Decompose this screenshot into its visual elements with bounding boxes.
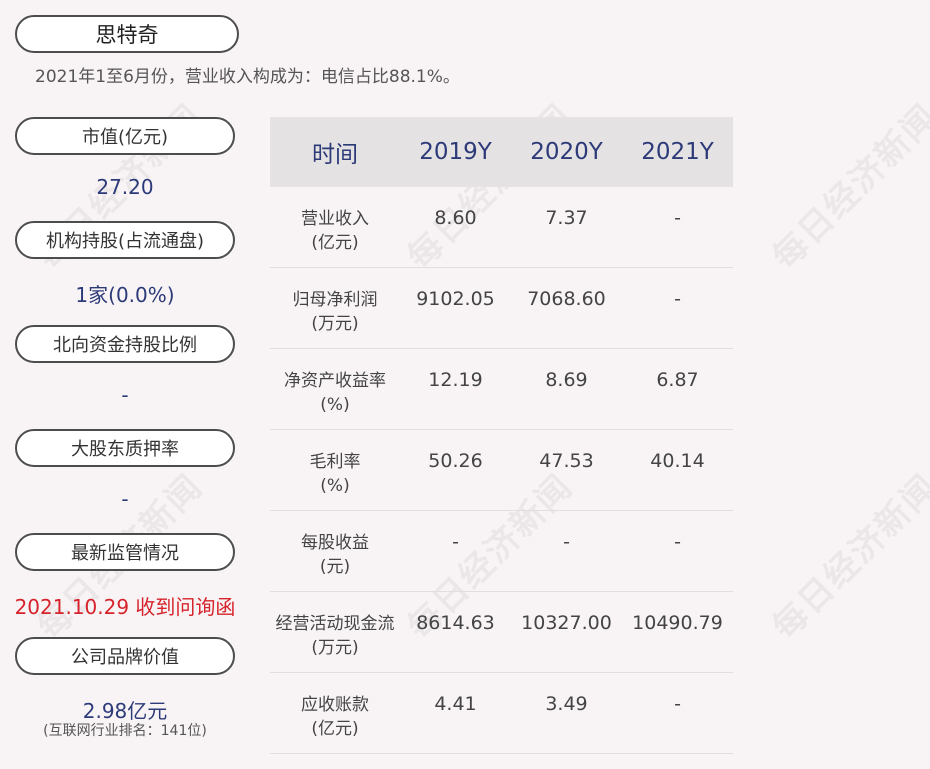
northbound-holding-value: - <box>121 383 129 407</box>
pledge-ratio-value: - <box>121 487 129 511</box>
row-label-unit: (万元) <box>311 314 359 334</box>
value-2021: 40.14 <box>650 450 705 472</box>
regulation-label: 最新监管情况 <box>15 533 235 571</box>
table-row: 净资产收益率 (%) 12.19 8.69 6.87 <box>270 349 733 430</box>
row-label-main: 营业收入 <box>301 209 369 229</box>
value-2020: 7.37 <box>545 207 588 229</box>
table-header: 时间 2019Y 2020Y 2021Y <box>270 117 733 187</box>
value-2019: 12.19 <box>428 369 483 391</box>
brand-value-label: 公司品牌价值 <box>15 637 235 675</box>
value-2019: 50.26 <box>428 450 483 472</box>
revenue-composition-note: 2021年1至6月份，营业收入构成为：电信占比88.1%。 <box>35 67 460 87</box>
row-label: 应收账款 (亿元) <box>270 693 400 741</box>
row-label: 归母净利润 (万元) <box>270 288 400 336</box>
row-label-unit: (%) <box>320 476 350 496</box>
value-2021: - <box>674 693 681 715</box>
value-2021: - <box>674 207 681 229</box>
row-label-main: 应收账款 <box>301 695 369 715</box>
table-row: 每股收益 (元) - - - <box>270 511 733 592</box>
watermark: 每日经济新闻 <box>764 96 930 278</box>
row-label-unit: (亿元) <box>311 233 359 253</box>
value-2021: - <box>674 288 681 310</box>
table-row: 毛利率 (%) 50.26 47.53 40.14 <box>270 430 733 511</box>
value-2020: 7068.60 <box>527 288 606 310</box>
institution-holding-value: 1家(0.0%) <box>75 283 175 307</box>
value-2020: 47.53 <box>539 450 594 472</box>
value-2019: 4.41 <box>434 693 477 715</box>
row-label: 净资产收益率 (%) <box>270 369 400 417</box>
row-label: 营业收入 (亿元) <box>270 207 400 255</box>
row-label: 经营活动现金流 (万元) <box>270 612 400 660</box>
value-2021: 10490.79 <box>632 612 723 634</box>
value-2019: 9102.05 <box>416 288 495 310</box>
header-time: 时间 <box>312 142 358 168</box>
header-2020: 2020Y <box>530 139 603 165</box>
header-2021: 2021Y <box>641 139 714 165</box>
northbound-holding-label: 北向资金持股比例 <box>15 325 235 363</box>
institution-holding-label: 机构持股(占流通盘) <box>15 221 235 259</box>
row-label-unit: (亿元) <box>311 719 359 739</box>
table-row: 营业收入 (亿元) 8.60 7.37 - <box>270 187 733 268</box>
market-cap-label: 市值(亿元) <box>15 117 235 155</box>
company-name: 思特奇 <box>15 15 239 53</box>
value-2021: 6.87 <box>656 369 699 391</box>
value-2020: 3.49 <box>545 693 588 715</box>
row-label-main: 毛利率 <box>309 452 361 472</box>
pledge-ratio-label: 大股东质押率 <box>15 429 235 467</box>
value-2020: - <box>563 531 570 553</box>
value-2019: 8.60 <box>434 207 477 229</box>
market-cap-value: 27.20 <box>96 175 154 199</box>
table-row: 经营活动现金流 (万元) 8614.63 10327.00 10490.79 <box>270 592 733 673</box>
row-label-main: 归母净利润 <box>292 290 378 310</box>
table-row: 应收账款 (亿元) 4.41 3.49 - <box>270 673 733 754</box>
row-label-unit: (万元) <box>311 638 359 658</box>
value-2019: 8614.63 <box>416 612 495 634</box>
value-2020: 8.69 <box>545 369 588 391</box>
row-label-main: 每股收益 <box>301 533 369 553</box>
row-label-unit: (元) <box>319 557 351 577</box>
value-2021: - <box>674 531 681 553</box>
financial-table: 时间 2019Y 2020Y 2021Y 营业收入 (亿元) 8.60 7.37… <box>270 117 733 754</box>
header-2019: 2019Y <box>419 139 492 165</box>
row-label-unit: (%) <box>320 395 350 415</box>
row-label-main: 经营活动现金流 <box>275 614 395 634</box>
table-row: 归母净利润 (万元) 9102.05 7068.60 - <box>270 268 733 349</box>
value-2020: 10327.00 <box>521 612 612 634</box>
value-2019: - <box>452 531 459 553</box>
watermark: 每日经济新闻 <box>764 466 930 648</box>
brand-rank-note: (互联网行业排名：141位) <box>43 723 207 739</box>
row-label-main: 净资产收益率 <box>284 371 386 391</box>
regulation-value: 2021.10.29 收到问询函 <box>14 595 236 619</box>
row-label: 毛利率 (%) <box>270 450 400 498</box>
row-label: 每股收益 (元) <box>270 531 400 579</box>
